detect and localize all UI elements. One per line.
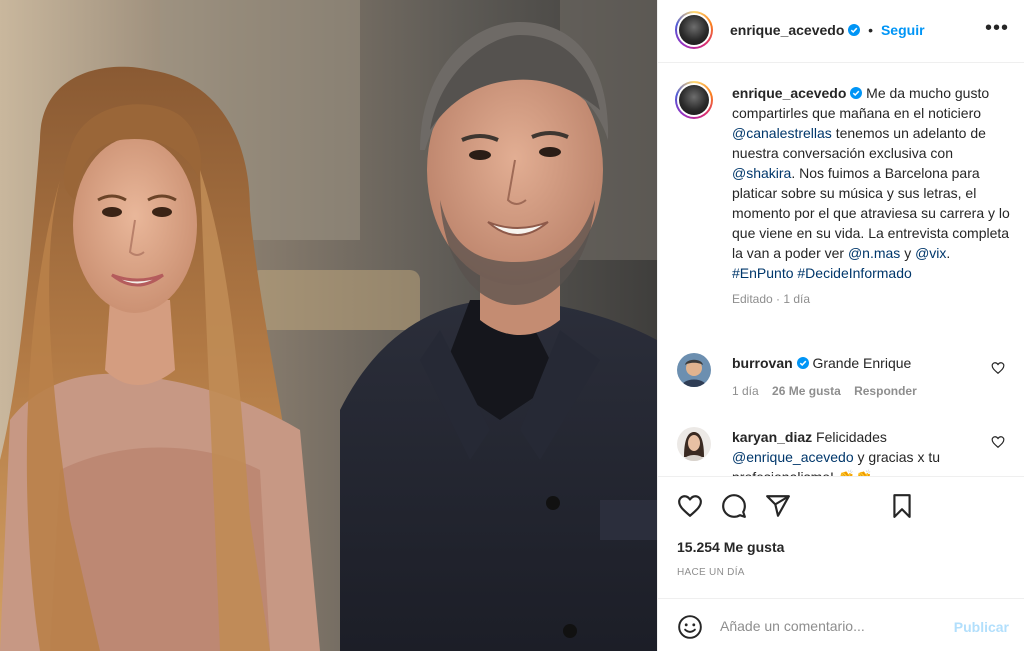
author-username[interactable]: enrique_acevedo xyxy=(730,22,844,38)
share-paper-plane-icon[interactable] xyxy=(765,493,791,519)
more-options-icon[interactable]: ••• xyxy=(985,18,1008,40)
comment-body: karyan_diaz Felicidades @enrique_acevedo… xyxy=(732,427,977,476)
caption-time[interactable]: 1 día xyxy=(783,292,810,306)
caption-body-5: . xyxy=(946,245,951,261)
verified-badge-icon xyxy=(850,87,863,99)
reply-button[interactable]: Responder xyxy=(854,384,917,398)
save-bookmark-icon[interactable] xyxy=(889,493,915,519)
post-actions: 15.254 Me gusta HACE UN DÍA xyxy=(658,476,1024,598)
post-timestamp[interactable]: HACE UN DÍA xyxy=(677,567,745,578)
hashtag-enpunto[interactable]: #EnPunto xyxy=(732,265,794,281)
caption-text: enrique_acevedo Me da mucho gusto compar… xyxy=(732,83,1010,309)
post-photo[interactable] xyxy=(0,0,657,651)
follow-button[interactable]: Seguir xyxy=(881,22,925,38)
caption-meta: Editado · 1 día xyxy=(732,289,1010,309)
verified-badge-icon xyxy=(848,24,861,36)
verified-badge-icon xyxy=(796,357,809,369)
comment-text-1: Felicidades xyxy=(812,429,887,445)
commenter-username[interactable]: burrovan xyxy=(732,355,793,371)
comment-meta: 1 día 26 Me gusta Responder xyxy=(732,381,977,401)
caption-username[interactable]: enrique_acevedo xyxy=(732,85,846,101)
post-side-panel: enrique_acevedo • Seguir ••• enrique_ace… xyxy=(657,0,1024,651)
mention-enrique-acevedo[interactable]: @enrique_acevedo xyxy=(732,449,854,465)
comment-bubble-icon[interactable] xyxy=(721,493,747,519)
mention-nmas[interactable]: @n.mas xyxy=(848,245,900,261)
comment-input[interactable] xyxy=(720,615,940,637)
comment-likes[interactable]: 26 Me gusta xyxy=(772,384,841,398)
mention-vix[interactable]: @vix xyxy=(915,245,946,261)
meta-separator: · xyxy=(772,292,784,306)
mention-shakira[interactable]: @shakira xyxy=(732,165,791,181)
caption-author-avatar[interactable] xyxy=(675,81,713,119)
comment-text: Grande Enrique xyxy=(808,355,912,371)
commenter-avatar[interactable] xyxy=(677,353,711,387)
comment-time[interactable]: 1 día xyxy=(732,384,759,398)
like-comment-heart-icon[interactable] xyxy=(991,361,1005,375)
comment-body: burrovan Grande Enrique 1 día 26 Me gust… xyxy=(732,353,977,401)
add-comment-bar: Publicar xyxy=(658,598,1024,651)
commenter-username[interactable]: karyan_diaz xyxy=(732,429,812,445)
edited-label: Editado xyxy=(732,292,773,306)
post-photo-illustration xyxy=(0,0,657,651)
author-avatar[interactable] xyxy=(675,11,713,49)
likes-count[interactable]: 15.254 Me gusta xyxy=(677,539,784,555)
author-line: enrique_acevedo • Seguir xyxy=(730,22,925,38)
post-header: enrique_acevedo • Seguir ••• xyxy=(658,0,1024,63)
hashtag-decideinformado[interactable]: #DecideInformado xyxy=(797,265,911,281)
like-comment-heart-icon[interactable] xyxy=(991,435,1005,449)
caption-body-4: y xyxy=(900,245,916,261)
comments-list[interactable]: enrique_acevedo Me da mucho gusto compar… xyxy=(658,63,1024,476)
emoji-smiley-icon[interactable] xyxy=(677,614,703,640)
commenter-avatar[interactable] xyxy=(677,427,711,461)
like-heart-icon[interactable] xyxy=(677,493,703,519)
publish-button[interactable]: Publicar xyxy=(954,619,1009,635)
separator-dot: • xyxy=(868,22,874,38)
mention-canalestrellas[interactable]: @canalestrellas xyxy=(732,125,832,141)
